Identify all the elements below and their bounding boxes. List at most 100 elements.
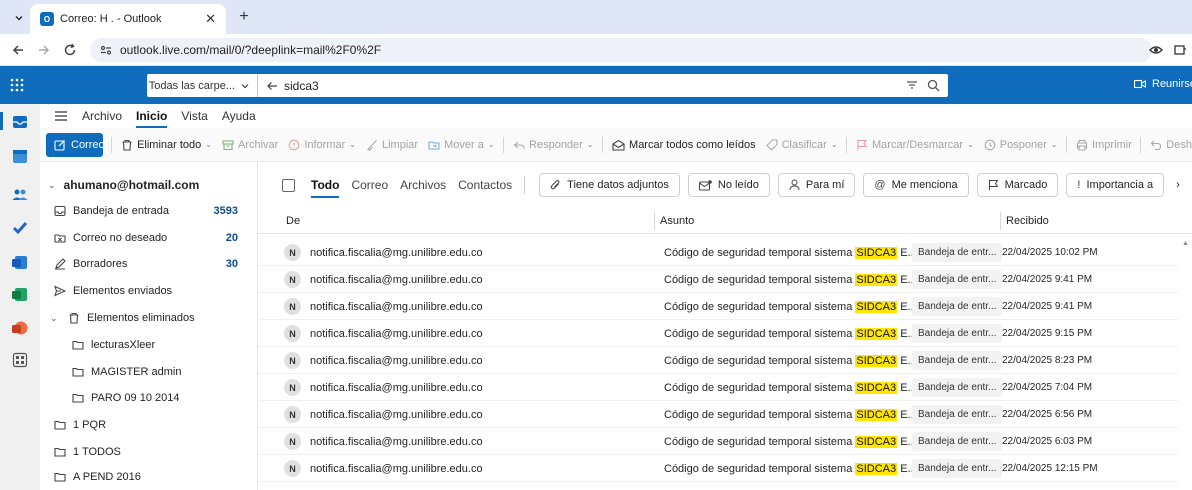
filters-more-chevron-icon[interactable]: ›	[1172, 173, 1184, 197]
filter-flagged[interactable]: Marcado	[976, 173, 1059, 197]
folder-a-pend-2016[interactable]: A PEND 2016	[40, 464, 258, 490]
tab-inicio[interactable]: Inicio	[136, 109, 168, 128]
new-mail-main[interactable]: Correo nuevo	[46, 132, 103, 157]
folder-junk[interactable]: Correo no deseado 20	[40, 225, 258, 251]
search-scope-label: Todas las carpe...	[148, 79, 235, 92]
table-row[interactable]: N notifica.fiscalia@mg.unilibre.edu.co C…	[258, 455, 1178, 482]
search-highlight: SIDCA3	[855, 301, 898, 313]
meet-now-button[interactable]: Reunirse aho	[1134, 78, 1192, 90]
folder-drafts[interactable]: Borradores 30	[40, 251, 258, 277]
folder-inbox[interactable]: Bandeja de entrada 3593	[40, 198, 258, 224]
select-all-checkbox[interactable]	[282, 178, 295, 192]
url-field[interactable]: outlook.live.com/mail/0/?deeplink=mail%2…	[90, 38, 1152, 62]
mail-app-icon[interactable]	[10, 112, 30, 132]
table-row[interactable]: N notifica.fiscalia@mg.unilibre.edu.co C…	[258, 320, 1178, 347]
powerpoint-app-icon[interactable]	[10, 318, 30, 338]
archive-button[interactable]: Archivar	[222, 139, 278, 151]
folder-1-pqr[interactable]: 1 PQR	[40, 412, 258, 438]
account-header[interactable]: ⌄ ahumano@hotmail.com	[48, 178, 199, 192]
folder-label: Borradores	[73, 258, 128, 270]
new-tab-icon[interactable]: +	[234, 7, 254, 27]
folder-paro[interactable]: PARO 09 10 2014	[40, 385, 258, 411]
folder-badge: Bandeja de entr...	[912, 324, 1003, 343]
excel-app-icon[interactable]	[10, 284, 30, 304]
filter-tab-contactos[interactable]: Contactos	[458, 178, 512, 192]
back-arrow-icon[interactable]	[10, 42, 26, 58]
pill-label: Tiene datos adjuntos	[567, 179, 669, 191]
report-button[interactable]: Informar ⌄	[288, 139, 356, 151]
folder-lecturasxleer[interactable]: lecturasXleer	[40, 332, 258, 358]
snooze-button[interactable]: Posponer ⌄	[984, 139, 1058, 151]
sweep-button[interactable]: Limpiar	[366, 139, 418, 151]
calendar-app-icon[interactable]	[10, 146, 30, 166]
browser-tab-outlook[interactable]: O Correo: H . - Outlook ✕	[30, 4, 226, 34]
mark-all-read-label: Marcar todos como leídos	[629, 138, 756, 151]
search-icon[interactable]	[926, 78, 940, 92]
forward-arrow-icon[interactable]	[36, 42, 52, 58]
search-scope-dropdown[interactable]: Todas las carpe...	[147, 74, 258, 97]
table-row[interactable]: N notifica.fiscalia@mg.unilibre.edu.co C…	[258, 293, 1178, 320]
subject: Código de seguridad temporal sistema SID…	[664, 301, 917, 313]
column-subject[interactable]: Asunto	[660, 215, 694, 227]
folder-1-todos[interactable]: 1 TODOS	[40, 439, 258, 465]
folder-deleted[interactable]: ⌄ Elementos eliminados	[40, 305, 258, 331]
table-row[interactable]: N notifica.fiscalia@mg.unilibre.edu.co C…	[258, 347, 1178, 374]
back-search-arrow-icon[interactable]	[266, 80, 278, 92]
column-received[interactable]: Recibido	[1006, 215, 1049, 227]
column-from[interactable]: De	[286, 215, 300, 227]
filter-icon[interactable]	[906, 79, 918, 91]
app-launcher-icon[interactable]	[8, 76, 26, 94]
print-button[interactable]: Imprimir	[1076, 139, 1132, 151]
tab-ayuda[interactable]: Ayuda	[222, 109, 256, 123]
hamburger-icon[interactable]	[54, 110, 68, 122]
scroll-up-icon[interactable]: ▲	[1182, 240, 1189, 247]
people-app-icon[interactable]	[10, 184, 30, 204]
search-input[interactable]: sidca3	[258, 74, 948, 97]
pill-label: Para mí	[805, 179, 845, 191]
subject: Código de seguridad temporal sistema SID…	[664, 382, 917, 394]
eye-icon[interactable]	[1148, 42, 1164, 58]
reply-button[interactable]: Responder ⌄	[513, 139, 594, 151]
table-row[interactable]: N notifica.fiscalia@mg.unilibre.edu.co C…	[258, 266, 1178, 293]
tab-vista[interactable]: Vista	[181, 109, 207, 123]
categorize-button[interactable]: Clasificar ⌄	[765, 139, 838, 151]
column-divider[interactable]	[654, 212, 655, 230]
folder-icon	[72, 339, 84, 351]
filter-tab-correo[interactable]: Correo	[351, 178, 388, 192]
table-row[interactable]: N notifica.fiscalia@mg.unilibre.edu.co C…	[258, 239, 1178, 266]
reload-icon[interactable]	[62, 42, 78, 58]
tab-archivo[interactable]: Archivo	[82, 109, 122, 123]
mark-all-read-button[interactable]: Marcar todos como leídos	[612, 139, 756, 151]
filter-has-attachments[interactable]: Tiene datos adjuntos	[539, 173, 680, 197]
new-mail-button[interactable]: Correo nuevo ⌄	[46, 132, 103, 157]
filter-unread[interactable]: No leído	[687, 173, 770, 197]
move-to-button[interactable]: Mover a ⌄	[428, 139, 495, 151]
sweep-label: Limpiar	[382, 138, 419, 151]
list-scrollbar[interactable]: ▲	[1178, 234, 1192, 490]
word-app-icon[interactable]	[10, 252, 30, 272]
close-tab-icon[interactable]: ✕	[205, 11, 216, 27]
extensions-icon[interactable]	[1172, 42, 1188, 58]
column-divider[interactable]	[1000, 212, 1001, 230]
folder-move-icon	[428, 139, 440, 151]
chevron-down-icon[interactable]: ⌄	[50, 313, 58, 324]
filter-to-me[interactable]: Para mí	[777, 173, 856, 197]
filter-tab-archivos[interactable]: Archivos	[400, 178, 446, 192]
table-row[interactable]: N notifica.fiscalia@mg.unilibre.edu.co C…	[258, 401, 1178, 428]
more-apps-icon[interactable]	[10, 350, 30, 370]
tab-search-chevron-icon[interactable]	[8, 7, 30, 29]
filter-mentions-me[interactable]: @ Me menciona	[863, 173, 969, 197]
todo-app-icon[interactable]	[10, 218, 30, 238]
undo-button[interactable]: Desh	[1150, 139, 1192, 151]
folder-sent[interactable]: Elementos enviados	[40, 278, 258, 304]
filter-tab-todo[interactable]: Todo	[311, 178, 340, 198]
delete-all-button[interactable]: Eliminar todo ⌄	[121, 139, 212, 151]
site-info-icon[interactable]	[100, 44, 112, 56]
table-row[interactable]: N notifica.fiscalia@mg.unilibre.edu.co C…	[258, 428, 1178, 455]
undo-icon	[1150, 139, 1162, 151]
filter-importance[interactable]: ! Importancia a	[1066, 173, 1165, 197]
folder-magister-admin[interactable]: MAGISTER admin	[40, 359, 258, 385]
table-row[interactable]: N notifica.fiscalia@mg.unilibre.edu.co C…	[258, 374, 1178, 401]
received-date: 22/04/2025 8:23 PM	[1002, 355, 1093, 366]
flag-button[interactable]: Marcar/Desmarcar ⌄	[856, 139, 974, 151]
